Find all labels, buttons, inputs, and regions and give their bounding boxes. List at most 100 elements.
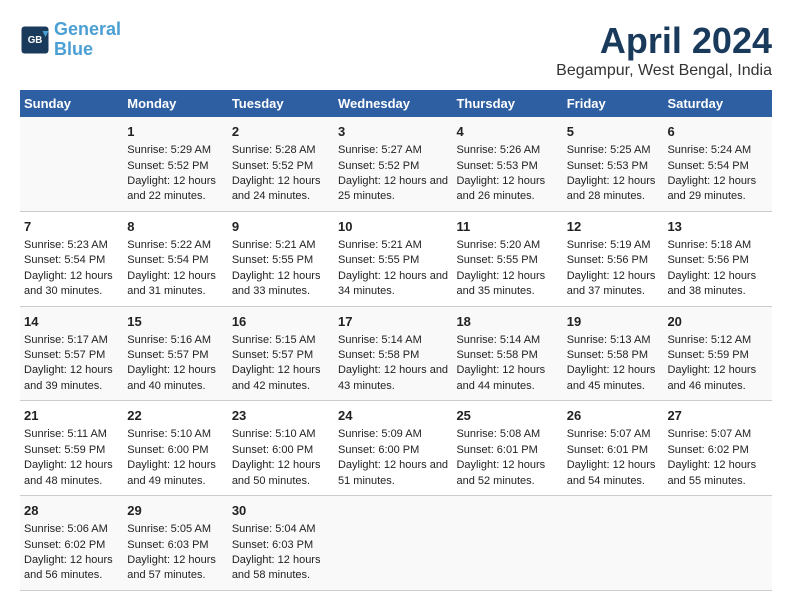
sunrise-text: Sunrise: 5:29 AM (127, 143, 224, 158)
daylight-text: Daylight: 12 hours and 40 minutes. (127, 363, 224, 394)
day-number: 3 (338, 123, 448, 141)
week-row-3: 14Sunrise: 5:17 AMSunset: 5:57 PMDayligh… (20, 306, 772, 401)
daylight-text: Daylight: 12 hours and 22 minutes. (127, 174, 224, 205)
sunset-text: Sunset: 5:58 PM (456, 348, 558, 363)
sunrise-text: Sunrise: 5:09 AM (338, 427, 448, 442)
col-header-saturday: Saturday (663, 90, 772, 117)
day-number: 26 (567, 407, 660, 425)
cell-5-4 (334, 496, 452, 591)
day-number: 10 (338, 218, 448, 236)
sunrise-text: Sunrise: 5:20 AM (456, 238, 558, 253)
day-number: 21 (24, 407, 119, 425)
sunset-text: Sunset: 6:03 PM (232, 538, 330, 553)
sunset-text: Sunset: 5:52 PM (232, 159, 330, 174)
sunset-text: Sunset: 5:54 PM (24, 253, 119, 268)
day-number: 18 (456, 313, 558, 331)
sunset-text: Sunset: 5:52 PM (338, 159, 448, 174)
cell-3-1: 14Sunrise: 5:17 AMSunset: 5:57 PMDayligh… (20, 306, 123, 401)
day-number: 11 (456, 218, 558, 236)
day-number: 4 (456, 123, 558, 141)
cell-1-6: 5Sunrise: 5:25 AMSunset: 5:53 PMDaylight… (563, 117, 664, 211)
sunset-text: Sunset: 6:03 PM (127, 538, 224, 553)
day-number: 2 (232, 123, 330, 141)
col-header-friday: Friday (563, 90, 664, 117)
sunrise-text: Sunrise: 5:11 AM (24, 427, 119, 442)
sunrise-text: Sunrise: 5:26 AM (456, 143, 558, 158)
sunset-text: Sunset: 5:57 PM (127, 348, 224, 363)
daylight-text: Daylight: 12 hours and 37 minutes. (567, 269, 660, 300)
cell-4-6: 26Sunrise: 5:07 AMSunset: 6:01 PMDayligh… (563, 401, 664, 496)
day-number: 17 (338, 313, 448, 331)
sunset-text: Sunset: 5:58 PM (567, 348, 660, 363)
sunrise-text: Sunrise: 5:10 AM (127, 427, 224, 442)
day-number: 13 (667, 218, 768, 236)
daylight-text: Daylight: 12 hours and 46 minutes. (667, 363, 768, 394)
daylight-text: Daylight: 12 hours and 57 minutes. (127, 553, 224, 584)
daylight-text: Daylight: 12 hours and 42 minutes. (232, 363, 330, 394)
sunrise-text: Sunrise: 5:06 AM (24, 522, 119, 537)
cell-4-3: 23Sunrise: 5:10 AMSunset: 6:00 PMDayligh… (228, 401, 334, 496)
daylight-text: Daylight: 12 hours and 55 minutes. (667, 458, 768, 489)
daylight-text: Daylight: 12 hours and 50 minutes. (232, 458, 330, 489)
title-block: April 2024 Begampur, West Bengal, India (556, 20, 772, 80)
calendar-header: SundayMondayTuesdayWednesdayThursdayFrid… (20, 90, 772, 117)
daylight-text: Daylight: 12 hours and 45 minutes. (567, 363, 660, 394)
cell-4-5: 25Sunrise: 5:08 AMSunset: 6:01 PMDayligh… (452, 401, 562, 496)
col-header-wednesday: Wednesday (334, 90, 452, 117)
cell-5-5 (452, 496, 562, 591)
sunset-text: Sunset: 6:00 PM (232, 443, 330, 458)
cell-3-4: 17Sunrise: 5:14 AMSunset: 5:58 PMDayligh… (334, 306, 452, 401)
daylight-text: Daylight: 12 hours and 58 minutes. (232, 553, 330, 584)
day-number: 30 (232, 502, 330, 520)
cell-1-2: 1Sunrise: 5:29 AMSunset: 5:52 PMDaylight… (123, 117, 228, 211)
day-number: 15 (127, 313, 224, 331)
week-row-4: 21 Sunrise: 5:11 AMSunset: 5:59 PM Dayligh… (20, 401, 772, 496)
logo: GB General Blue (20, 20, 121, 60)
main-title: April 2024 (556, 20, 772, 62)
cell-4-7: 27Sunrise: 5:07 AMSunset: 6:02 PMDayligh… (663, 401, 772, 496)
day-number: 24 (338, 407, 448, 425)
day-number: 7 (24, 218, 119, 236)
sunrise-text: Sunrise: 5:21 AM (232, 238, 330, 253)
cell-5-6 (563, 496, 664, 591)
sunset-text: Sunset: 5:55 PM (456, 253, 558, 268)
sunset-text: Sunset: 5:56 PM (667, 253, 768, 268)
daylight-text: Daylight: 12 hours and 39 minutes. (24, 363, 119, 394)
sunset-text: Sunset: 5:59 PM (667, 348, 768, 363)
sunset-text: Sunset: 5:52 PM (127, 159, 224, 174)
sunset-text: Sunset: 5:57 PM (232, 348, 330, 363)
daylight-text: Daylight: 12 hours and 30 minutes. (24, 269, 119, 300)
sunrise-text: Sunrise: 5:28 AM (232, 143, 330, 158)
daylight-text: Daylight: 12 hours and 49 minutes. (127, 458, 224, 489)
sunrise-text: Sunrise: 5:24 AM (667, 143, 768, 158)
sunset-text: Sunset: 5:58 PM (338, 348, 448, 363)
day-number: 23 (232, 407, 330, 425)
sunrise-text: Sunrise: 5:22 AM (127, 238, 224, 253)
week-row-5: 28Sunrise: 5:06 AMSunset: 6:02 PMDayligh… (20, 496, 772, 591)
cell-2-5: 11Sunrise: 5:20 AMSunset: 5:55 PMDayligh… (452, 211, 562, 306)
sunrise-text: Sunrise: 5:21 AM (338, 238, 448, 253)
daylight-text: Daylight: 12 hours and 38 minutes. (667, 269, 768, 300)
sunset-text: Sunset: 5:54 PM (667, 159, 768, 174)
logo-icon: GB (20, 25, 50, 55)
cell-3-6: 19Sunrise: 5:13 AMSunset: 5:58 PMDayligh… (563, 306, 664, 401)
col-header-monday: Monday (123, 90, 228, 117)
day-number: 22 (127, 407, 224, 425)
cell-3-3: 16 Sunrise: 5:15 AMSunset: 5:57 PMDayligh… (228, 306, 334, 401)
day-number: 6 (667, 123, 768, 141)
sunrise-text: Sunrise: 5:04 AM (232, 522, 330, 537)
daylight-text: Daylight: 12 hours and 54 minutes. (567, 458, 660, 489)
cell-5-2: 29Sunrise: 5:05 AMSunset: 6:03 PMDayligh… (123, 496, 228, 591)
cell-2-4: 10Sunrise: 5:21 AMSunset: 5:55 PMDayligh… (334, 211, 452, 306)
day-number: 14 (24, 313, 119, 331)
sunrise-text: Sunrise: 5:15 AM (232, 333, 330, 348)
svg-text:GB: GB (28, 35, 43, 46)
cell-3-7: 20Sunrise: 5:12 AMSunset: 5:59 PMDayligh… (663, 306, 772, 401)
cell-2-7: 13Sunrise: 5:18 AMSunset: 5:56 PMDayligh… (663, 211, 772, 306)
sunset-text: Sunset: 5:59 PM (24, 443, 119, 458)
day-number: 16 (232, 313, 330, 331)
cell-1-3: 2Sunrise: 5:28 AMSunset: 5:52 PMDaylight… (228, 117, 334, 211)
sunrise-text: Sunrise: 5:17 AM (24, 333, 119, 348)
cell-2-1: 7Sunrise: 5:23 AMSunset: 5:54 PMDaylight… (20, 211, 123, 306)
header: GB General Blue April 2024 Begampur, Wes… (20, 20, 772, 80)
